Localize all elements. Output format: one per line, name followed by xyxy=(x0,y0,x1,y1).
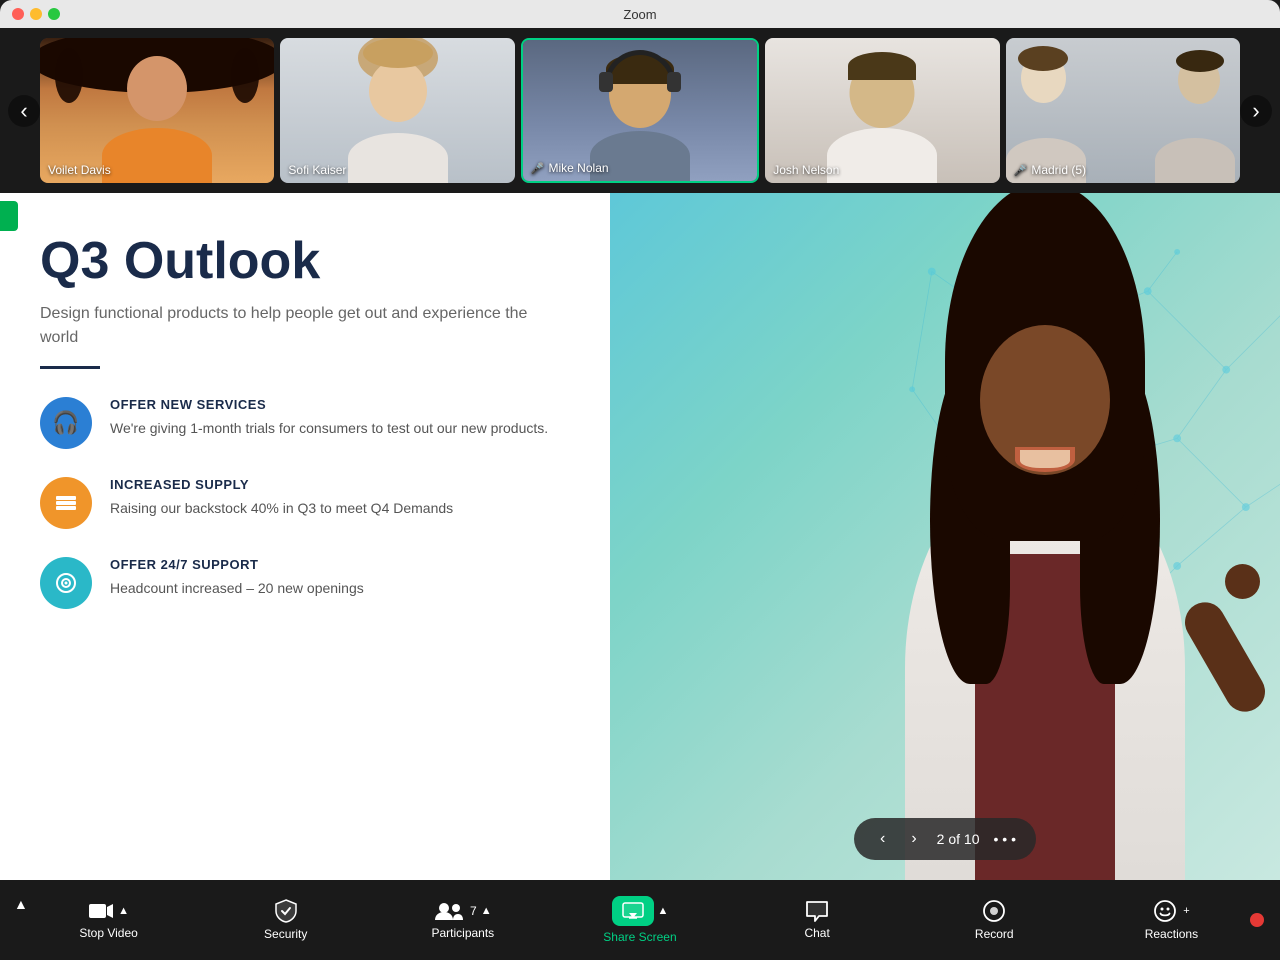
participant-tile-josh[interactable]: Josh Nelson xyxy=(765,38,999,183)
slide-panel: Q3 Outlook Design functional products to… xyxy=(0,193,610,880)
services-content: OFFER NEW SERVICES We're giving 1-month … xyxy=(110,397,548,439)
support-body: Headcount increased – 20 new openings xyxy=(110,578,364,599)
record-icon xyxy=(982,899,1006,923)
bottom-toolbar: ▲ Stop Video Security 7 ▲ Participants xyxy=(0,880,1280,960)
stop-video-item[interactable]: ▲ Stop Video xyxy=(64,900,154,940)
share-screen-label: Share Screen xyxy=(603,930,676,944)
participant-name-madrid: 🎤 Madrid (5) xyxy=(1014,163,1086,177)
security-item[interactable]: Security xyxy=(241,899,331,941)
record-icon-group xyxy=(982,899,1006,923)
supply-content: INCREASED SUPPLY Raising our backstock 4… xyxy=(110,477,453,519)
slide-divider xyxy=(40,366,100,369)
security-label: Security xyxy=(264,927,307,941)
chat-icon xyxy=(805,900,829,922)
slide-title: Q3 Outlook xyxy=(40,233,570,290)
security-icon-group xyxy=(275,899,297,923)
chat-label: Chat xyxy=(804,926,829,940)
support-icon xyxy=(40,557,92,609)
participants-count: 7 xyxy=(470,904,477,918)
services-heading: OFFER NEW SERVICES xyxy=(110,397,548,412)
slide-options-button[interactable]: • • • xyxy=(994,831,1016,847)
participant-tile-sofi[interactable]: Sofi Kaiser xyxy=(280,38,514,183)
chat-icon-group xyxy=(805,900,829,922)
window-controls xyxy=(12,8,60,20)
scroll-right-arrow[interactable]: › xyxy=(1240,95,1272,127)
participants-strip: ‹ Voilet Davis So xyxy=(0,28,1280,193)
slide-green-tag xyxy=(0,201,18,231)
support-heading: OFFER 24/7 SUPPORT xyxy=(110,557,364,572)
share-caret-icon[interactable]: ▲ xyxy=(658,905,669,917)
reactions-plus-icon: + xyxy=(1183,905,1189,917)
slide-next-button[interactable]: › xyxy=(905,828,922,850)
participant-name-voilet: Voilet Davis xyxy=(48,163,111,177)
speaker-panel: ‹ › 2 of 10 • • • xyxy=(610,193,1280,880)
share-screen-icon xyxy=(622,902,644,920)
app-title: Zoom xyxy=(623,7,656,22)
participants-item[interactable]: 7 ▲ Participants xyxy=(418,900,508,940)
participant-name-mike: 🎤 Mike Nolan xyxy=(531,161,609,175)
maximize-button[interactable] xyxy=(48,8,60,20)
minimize-button[interactable] xyxy=(30,8,42,20)
slide-item-support: OFFER 24/7 SUPPORT Headcount increased –… xyxy=(40,557,570,609)
slide-counter: 2 of 10 xyxy=(937,831,980,847)
title-bar: Zoom xyxy=(0,0,1280,28)
slide-item-services: 🎧 OFFER NEW SERVICES We're giving 1-mont… xyxy=(40,397,570,449)
stop-video-label: Stop Video xyxy=(79,926,138,940)
end-call-button[interactable] xyxy=(1250,913,1264,927)
participants-caret-icon[interactable]: ▲ xyxy=(481,905,492,917)
scroll-left-arrow[interactable]: ‹ xyxy=(8,95,40,127)
slide-item-supply: INCREASED SUPPLY Raising our backstock 4… xyxy=(40,477,570,529)
record-item[interactable]: Record xyxy=(949,899,1039,941)
services-body: We're giving 1-month trials for consumer… xyxy=(110,418,548,439)
participant-tile-madrid[interactable]: 🎤 Madrid (5) xyxy=(1006,38,1240,183)
video-caret-icon[interactable]: ▲ xyxy=(118,905,129,917)
reactions-item[interactable]: + Reactions xyxy=(1126,899,1216,941)
close-button[interactable] xyxy=(12,8,24,20)
video-camera-icon xyxy=(88,900,114,922)
reactions-label: Reactions xyxy=(1145,927,1198,941)
support-content: OFFER 24/7 SUPPORT Headcount increased –… xyxy=(110,557,364,599)
slide-prev-button[interactable]: ‹ xyxy=(874,828,891,850)
more-options-caret[interactable]: ▲ xyxy=(14,896,28,912)
services-icon: 🎧 xyxy=(40,397,92,449)
reactions-icon xyxy=(1153,899,1177,923)
participant-tile-mike[interactable]: 🎤 Mike Nolan xyxy=(521,38,759,183)
shield-icon xyxy=(275,899,297,923)
slide-subtitle: Design functional products to help peopl… xyxy=(40,302,570,350)
participant-tile-voilet[interactable]: Voilet Davis xyxy=(40,38,274,183)
supply-icon xyxy=(40,477,92,529)
share-screen-item[interactable]: ▲ Share Screen xyxy=(595,896,685,944)
participants-label: Participants xyxy=(431,926,494,940)
chat-item[interactable]: Chat xyxy=(772,900,862,940)
supply-body: Raising our backstock 40% in Q3 to meet … xyxy=(110,498,453,519)
speaker-figure xyxy=(795,227,1280,880)
share-screen-icon-group: ▲ xyxy=(612,896,669,926)
participants-icon xyxy=(434,900,464,922)
supply-heading: INCREASED SUPPLY xyxy=(110,477,453,492)
record-label: Record xyxy=(975,927,1014,941)
participants-icon-group: 7 ▲ xyxy=(434,900,492,922)
main-content: Q3 Outlook Design functional products to… xyxy=(0,193,1280,880)
participant-name-josh: Josh Nelson xyxy=(773,163,839,177)
slide-navigation: ‹ › 2 of 10 • • • xyxy=(854,818,1036,860)
share-screen-main-button[interactable] xyxy=(612,896,654,926)
participant-name-sofi: Sofi Kaiser xyxy=(288,163,346,177)
stop-video-icon-group: ▲ xyxy=(88,900,129,922)
reactions-icon-group: + xyxy=(1153,899,1189,923)
